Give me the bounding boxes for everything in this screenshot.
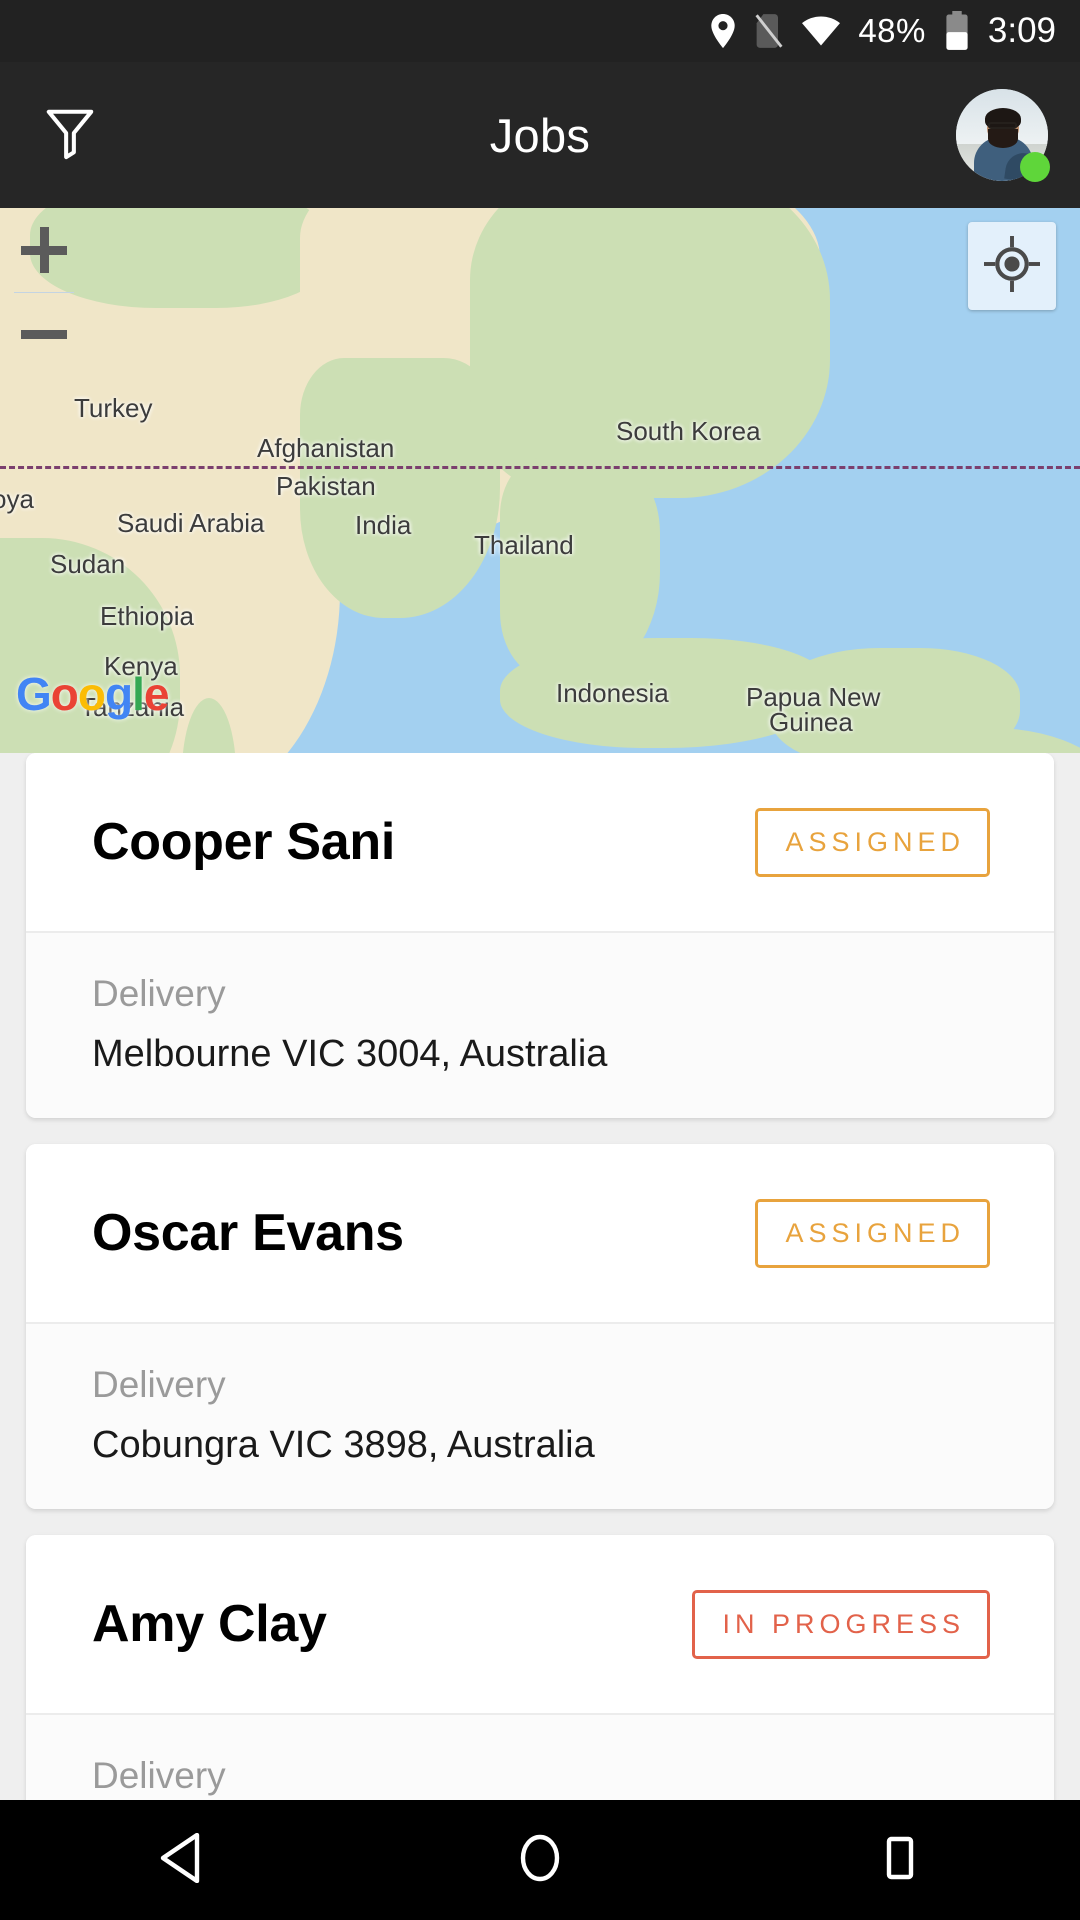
android-navigation-bar [0, 1800, 1080, 1920]
status-badge: ASSIGNED [755, 1198, 990, 1268]
plus-icon [21, 227, 67, 273]
delivery-label: Delivery [92, 1755, 226, 1796]
map-label: India [355, 510, 412, 540]
google-logo-letter: l [132, 668, 145, 720]
landmass-china [470, 208, 830, 498]
map-label: Thailand [474, 530, 574, 560]
recents-square-icon [879, 1835, 921, 1886]
job-card-body: Delivery Melbourne VIC 3004, Australia [26, 931, 1054, 1118]
map-label: Ethiopia [100, 601, 194, 631]
job-customer-name: Oscar Evans [92, 1204, 404, 1262]
clock: 3:09 [987, 11, 1056, 50]
status-bar: 48% 3:09 [0, 0, 1080, 62]
google-logo-letter: o [77, 668, 106, 720]
job-card-header: Oscar Evans ASSIGNED [26, 1144, 1054, 1322]
delivery-label: Delivery [92, 1364, 226, 1405]
google-logo-letter: g [105, 668, 133, 720]
equator-line [0, 466, 1080, 469]
back-triangle-icon [157, 1832, 203, 1888]
app-bar: Jobs [0, 62, 1080, 208]
job-card-body: Delivery Sydney NSW 2000, Australia [26, 1713, 1054, 1800]
status-badge: ASSIGNED [755, 807, 990, 877]
map-label: South Korea [616, 416, 761, 446]
app-screen: 48% 3:09 Jobs Turkey Afghanistan South K… [0, 0, 1080, 1920]
map-label: Saudi Arabia [117, 508, 265, 538]
online-status-dot [1020, 152, 1050, 182]
delivery-address: Melbourne VIC 3004, Australia [92, 1033, 608, 1075]
page-title: Jobs [489, 108, 591, 162]
map-label: Pakistan [276, 471, 376, 501]
google-logo-letter: e [143, 668, 170, 720]
job-card[interactable]: Oscar Evans ASSIGNED Delivery Cobungra V… [26, 1144, 1054, 1509]
delivery-address: Cobungra VIC 3898, Australia [92, 1424, 595, 1466]
job-card[interactable]: Amy Clay IN PROGRESS Delivery Sydney NSW… [26, 1535, 1054, 1800]
job-card-body: Delivery Cobungra VIC 3898, Australia [26, 1322, 1054, 1509]
job-card[interactable]: Cooper Sani ASSIGNED Delivery Melbourne … [26, 753, 1054, 1118]
location-icon [710, 14, 736, 48]
status-badge: IN PROGRESS [692, 1589, 990, 1659]
zoom-controls [0, 208, 88, 376]
job-customer-name: Amy Clay [92, 1595, 327, 1653]
map-label: Guinea [769, 707, 853, 737]
delivery-label: Delivery [92, 973, 226, 1014]
no-sim-icon [754, 13, 784, 49]
zoom-out-button[interactable] [0, 292, 88, 376]
job-card-header: Cooper Sani ASSIGNED [26, 753, 1054, 931]
back-button[interactable] [80, 1800, 280, 1920]
google-logo: Google [16, 667, 170, 721]
minus-icon [21, 329, 67, 339]
wifi-icon [802, 16, 841, 46]
zoom-in-button[interactable] [0, 208, 88, 292]
map-label: Turkey [74, 393, 153, 423]
google-logo-letter: G [16, 668, 52, 720]
battery-percent: 48% [858, 12, 926, 49]
job-list[interactable]: Cooper Sani ASSIGNED Delivery Melbourne … [0, 753, 1080, 1800]
map-label: Afghanistan [257, 433, 395, 463]
job-customer-name: Cooper Sani [92, 813, 395, 871]
recents-button[interactable] [800, 1800, 1000, 1920]
map-label: Indonesia [556, 678, 669, 708]
home-circle-icon [517, 1833, 563, 1888]
crosshair-icon [984, 235, 1040, 297]
my-location-button[interactable] [968, 222, 1056, 310]
battery-icon [944, 11, 970, 51]
avatar[interactable] [956, 89, 1050, 182]
home-button[interactable] [440, 1800, 640, 1920]
google-logo-letter: o [50, 668, 79, 720]
map-label: Sudan [50, 549, 126, 579]
map-view[interactable]: Turkey Afghanistan South Korea Pakistan … [0, 208, 1080, 753]
job-card-header: Amy Clay IN PROGRESS [26, 1535, 1054, 1713]
map-label: oya [0, 484, 34, 514]
